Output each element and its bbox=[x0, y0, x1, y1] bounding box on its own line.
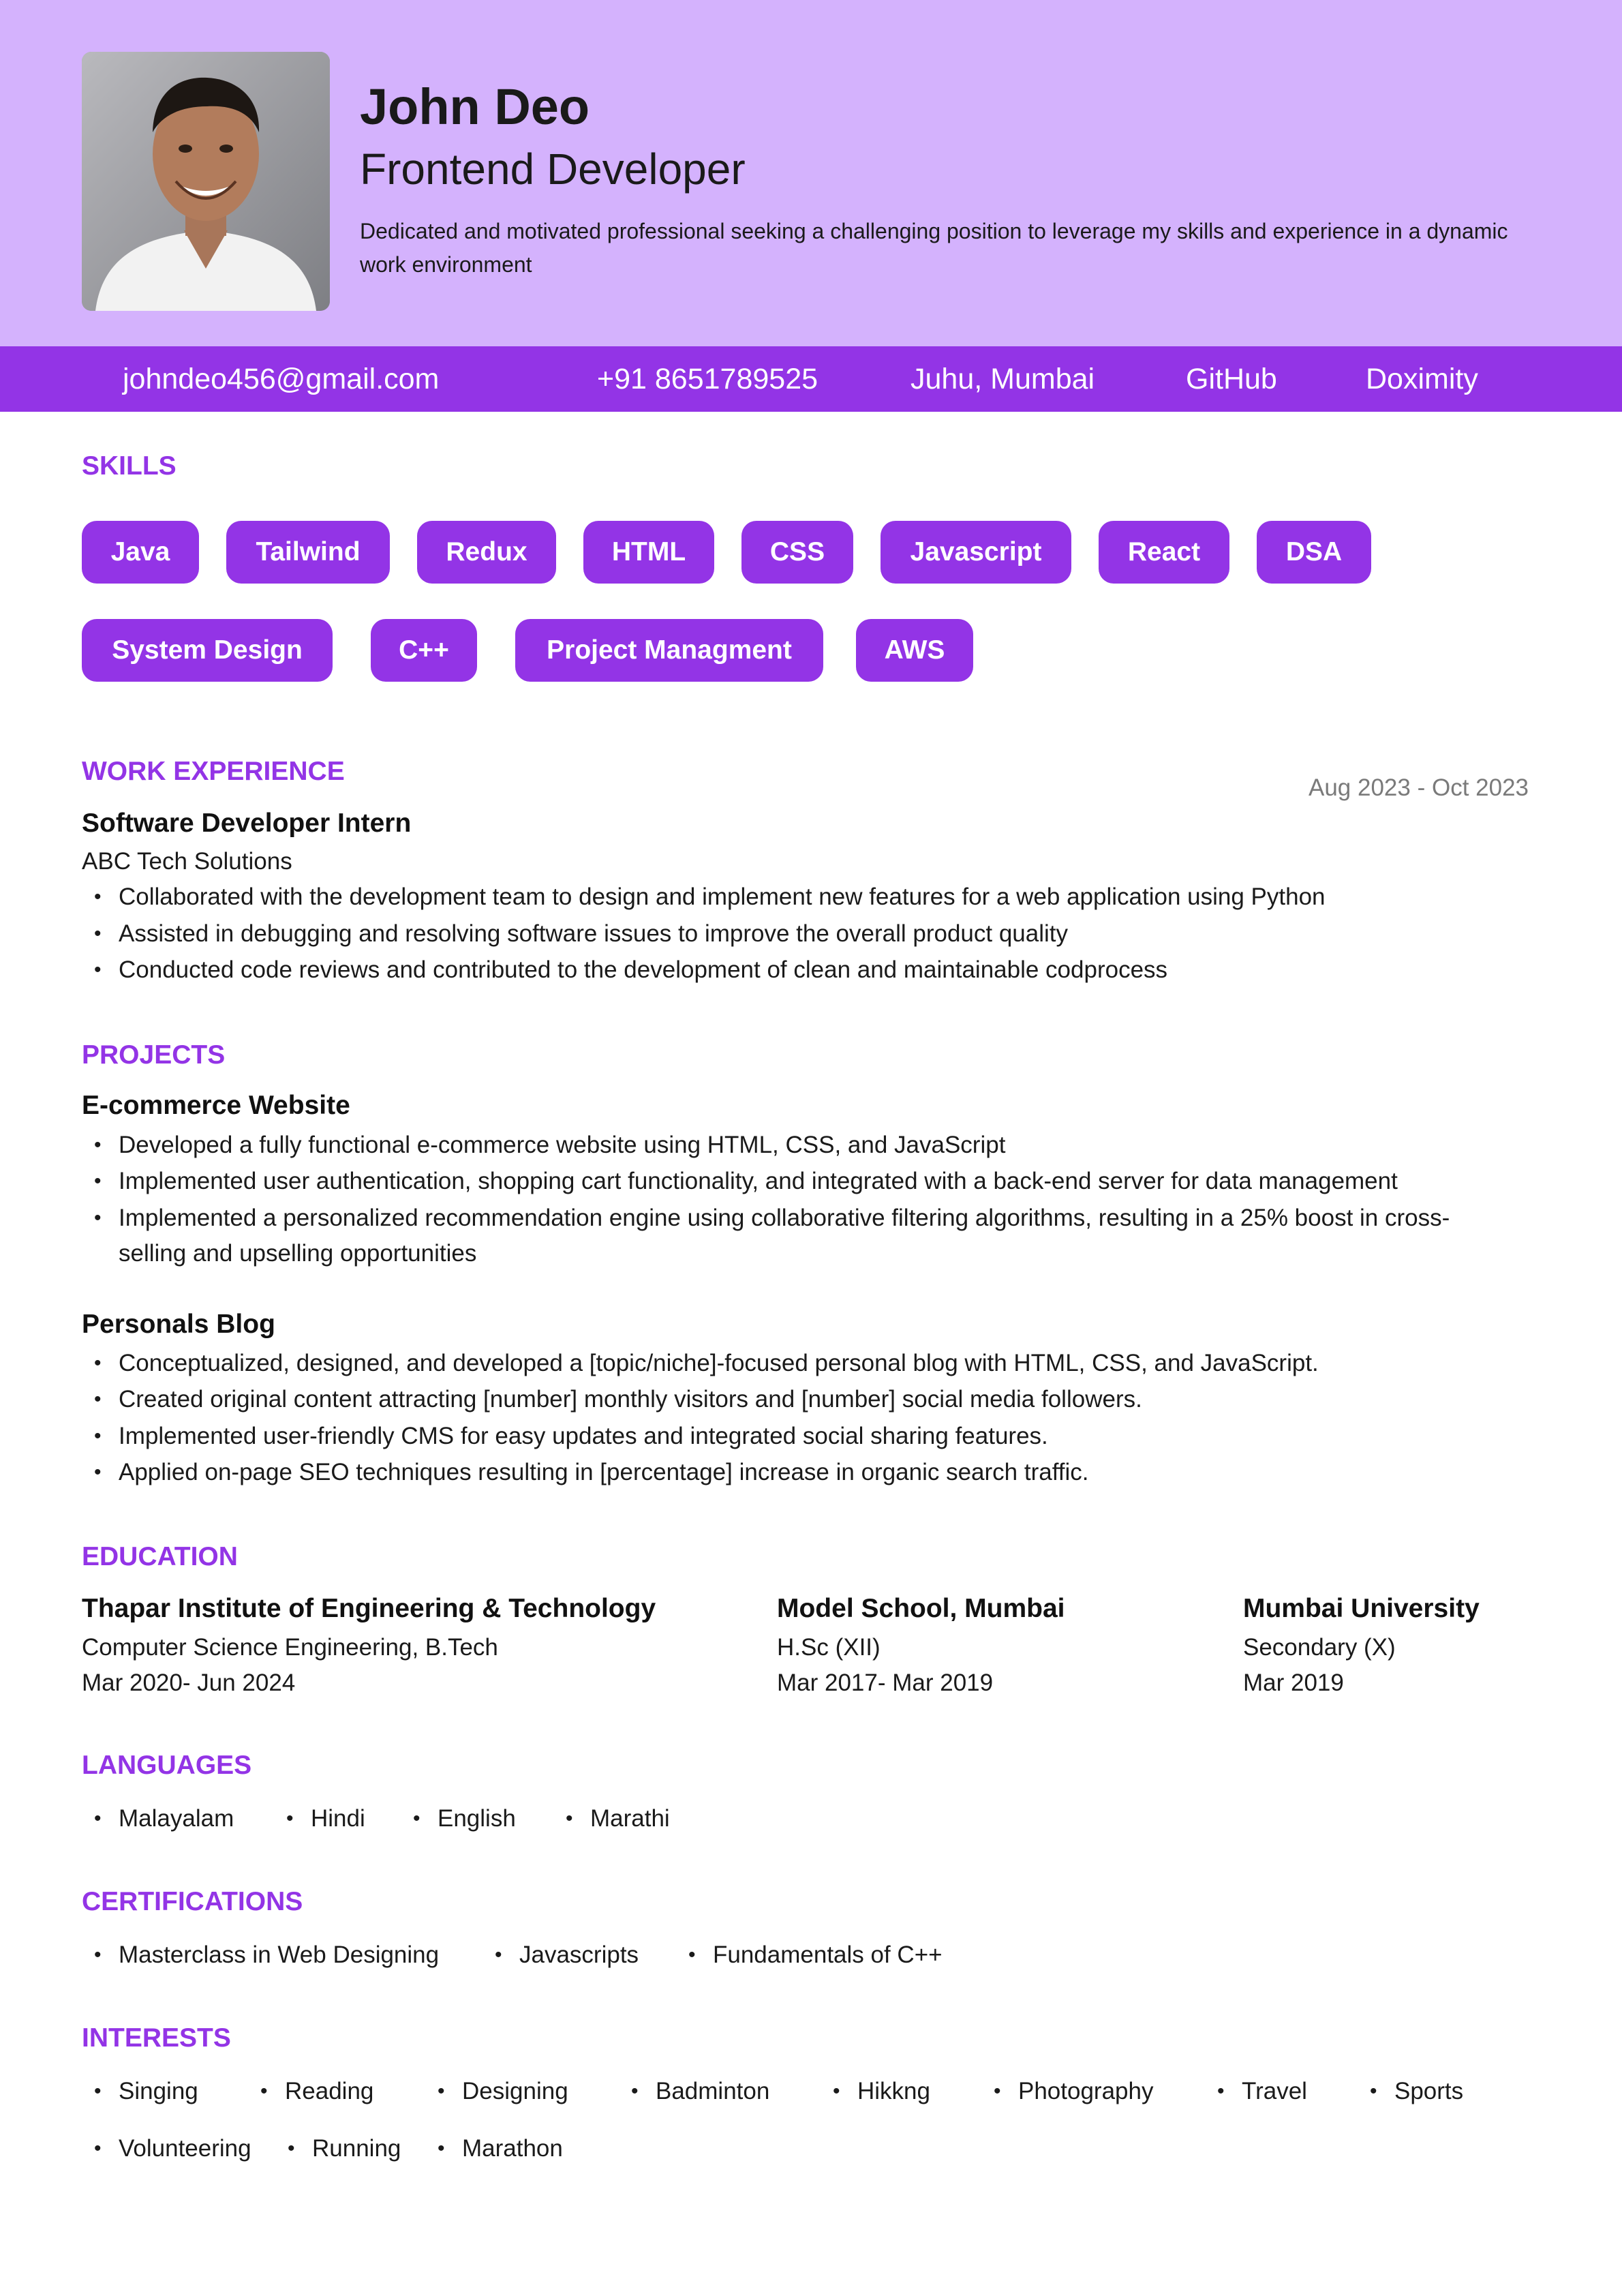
education-school: Model School, Mumbai bbox=[777, 1594, 1065, 1623]
education-dates: Mar 2020- Jun 2024 bbox=[82, 1670, 296, 1696]
interest-item: Reading bbox=[260, 2074, 373, 2109]
project-bullet: Created original content attracting [num… bbox=[94, 1382, 1512, 1417]
experience-company: ABC Tech Solutions bbox=[82, 848, 292, 875]
education-school: Mumbai University bbox=[1243, 1594, 1480, 1623]
project-bullet: Conceptualized, designed, and developed … bbox=[94, 1346, 1512, 1381]
interest-item: Travel bbox=[1217, 2074, 1307, 2109]
project-title: E-commerce Website bbox=[82, 1091, 350, 1120]
candidate-role: Frontend Developer bbox=[360, 145, 746, 194]
experience-bullet: Assisted in debugging and resolving soft… bbox=[94, 916, 1512, 952]
project-bullet: Implemented user-friendly CMS for easy u… bbox=[94, 1419, 1512, 1454]
skill-chip: Project Managment bbox=[515, 619, 823, 682]
project-bullet: Developed a fully functional e-commerce … bbox=[94, 1128, 1512, 1163]
certifications-heading: CERTIFICATIONS bbox=[82, 1887, 303, 1916]
education-dates: Mar 2017- Mar 2019 bbox=[777, 1670, 994, 1696]
experience-role: Software Developer Intern bbox=[82, 809, 412, 838]
candidate-name: John Deo bbox=[360, 78, 590, 135]
email-link[interactable]: johndeo456@gmail.com bbox=[123, 361, 439, 397]
certification-item: Javascripts bbox=[495, 1937, 639, 1973]
skill-chip: AWS bbox=[856, 619, 973, 682]
project-bullet: Implemented a personalized recommendatio… bbox=[94, 1200, 1512, 1271]
education-degree: Computer Science Engineering, B.Tech bbox=[82, 1634, 498, 1661]
education-heading: EDUCATION bbox=[82, 1542, 238, 1571]
interest-item: Running bbox=[288, 2131, 401, 2166]
interest-item: Hikkng bbox=[833, 2074, 930, 2109]
location-text: Juhu, Mumbai bbox=[911, 363, 1095, 395]
project-title: Personals Blog bbox=[82, 1310, 275, 1339]
experience-dates: Aug 2023 - Oct 2023 bbox=[1309, 774, 1529, 801]
languages-heading: LANGUAGES bbox=[82, 1751, 252, 1780]
interest-item: Designing bbox=[438, 2074, 568, 2109]
language-item: Hindi bbox=[286, 1801, 365, 1837]
summary-text: Dedicated and motivated professional see… bbox=[360, 219, 1508, 277]
interest-item: Volunteering bbox=[94, 2131, 251, 2166]
experience-heading: WORK EXPERIENCE bbox=[82, 757, 345, 786]
language-item: Marathi bbox=[566, 1801, 670, 1837]
language-item: Malayalam bbox=[94, 1801, 234, 1837]
profile-photo bbox=[82, 52, 330, 311]
interest-item: Sports bbox=[1370, 2074, 1463, 2109]
skill-chip: System Design bbox=[82, 619, 333, 682]
skill-chip: CSS bbox=[741, 521, 853, 584]
certification-item: Fundamentals of C++ bbox=[688, 1937, 943, 1973]
interest-item: Badminton bbox=[631, 2074, 769, 2109]
skills-heading: SKILLS bbox=[82, 451, 177, 481]
education-school: Thapar Institute of Engineering & Techno… bbox=[82, 1594, 656, 1623]
skill-chip: Tailwind bbox=[226, 521, 390, 584]
github-link[interactable]: GitHub bbox=[1186, 361, 1277, 397]
skill-chip: Redux bbox=[417, 521, 556, 584]
language-item: English bbox=[413, 1801, 516, 1837]
interest-item: Photography bbox=[994, 2074, 1153, 2109]
education-dates: Mar 2019 bbox=[1243, 1670, 1344, 1696]
skill-chip: Javascript bbox=[881, 521, 1071, 584]
skill-chip: C++ bbox=[371, 619, 477, 682]
interest-item: Singing bbox=[94, 2074, 198, 2109]
education-degree: H.Sc (XII) bbox=[777, 1634, 881, 1661]
education-degree: Secondary (X) bbox=[1243, 1634, 1396, 1661]
experience-bullet: Collaborated with the development team t… bbox=[94, 879, 1512, 915]
phone-text: +91 8651789525 bbox=[597, 363, 818, 395]
skill-chip: Java bbox=[82, 521, 199, 584]
doximity-link[interactable]: Doximity bbox=[1366, 361, 1478, 397]
interest-item: Marathon bbox=[438, 2131, 563, 2166]
skill-chip: DSA bbox=[1257, 521, 1371, 584]
project-bullet: Implemented user authentication, shoppin… bbox=[94, 1164, 1512, 1199]
interests-heading: INTERESTS bbox=[82, 2023, 231, 2053]
experience-bullet: Conducted code reviews and contributed t… bbox=[94, 952, 1512, 988]
projects-heading: PROJECTS bbox=[82, 1040, 226, 1070]
skill-chip: React bbox=[1099, 521, 1229, 584]
certification-item: Masterclass in Web Designing bbox=[94, 1937, 439, 1973]
project-bullet: Applied on-page SEO techniques resulting… bbox=[94, 1455, 1512, 1490]
skill-chip: HTML bbox=[583, 521, 714, 584]
